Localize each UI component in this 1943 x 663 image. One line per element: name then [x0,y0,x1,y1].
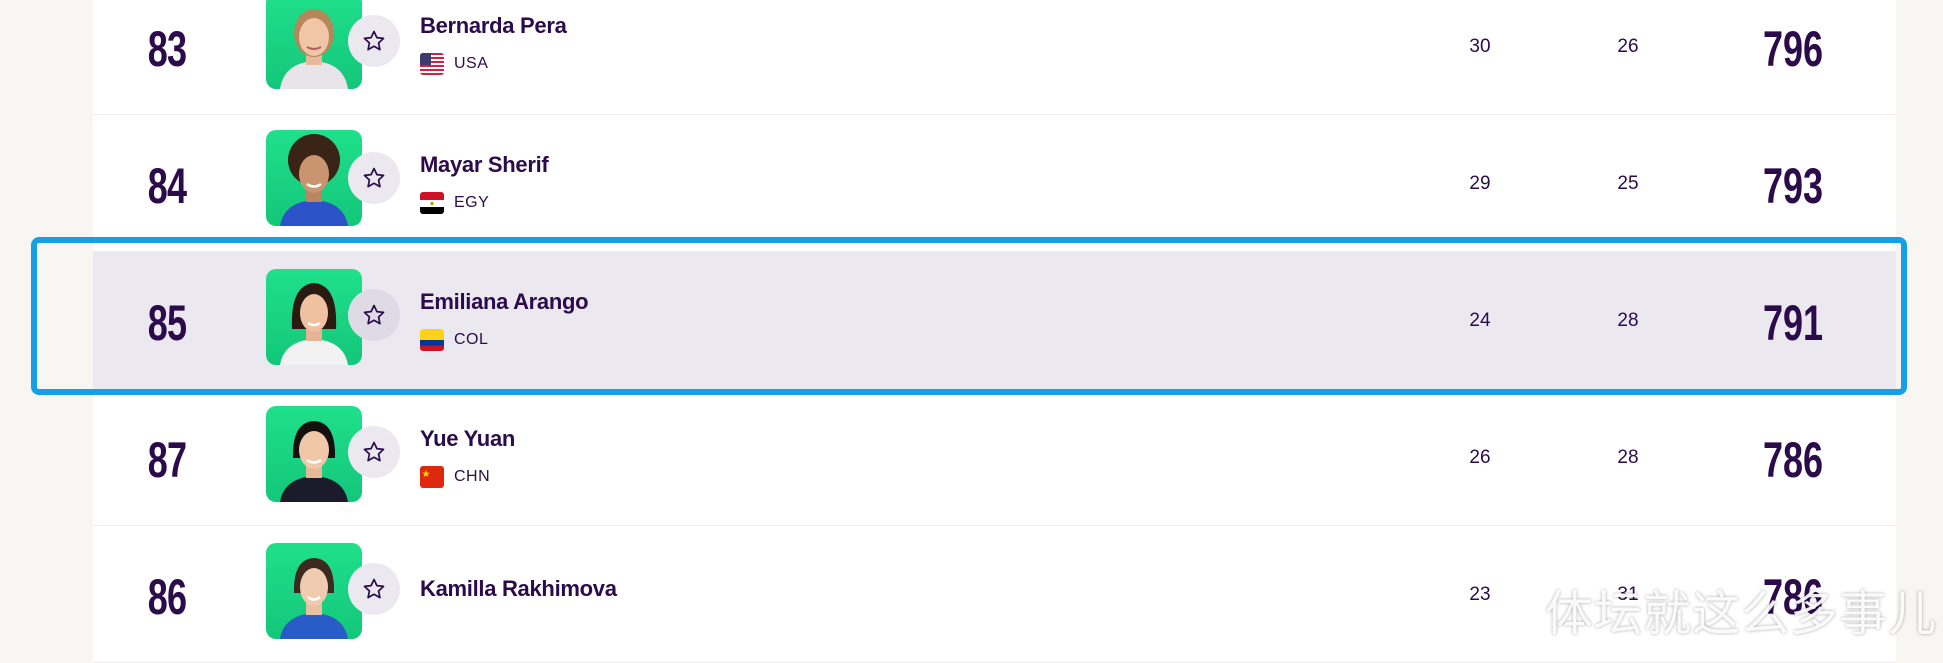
player-country: COL [420,329,488,351]
favorite-button[interactable] [348,152,400,204]
stat-col1: 24 [1469,310,1491,331]
stat-col1: 23 [1469,584,1491,605]
favorite-button[interactable] [348,15,400,67]
favorite-button[interactable] [348,426,400,478]
player-country: CHN [420,466,490,488]
egypt-flag-icon [420,192,444,214]
table-row[interactable]: 87 2 Yue Yuan CHN [93,389,1896,526]
favorite-button[interactable] [348,289,400,341]
player-name[interactable]: Mayar Sherif [420,152,549,178]
stat-col2: 28 [1617,310,1639,331]
watermark-text: 体坛就这么多事儿 [1545,586,1938,642]
stat-col2: 26 [1617,36,1639,57]
stat-col1: 29 [1469,173,1491,194]
points: 796 [1762,21,1824,77]
china-flag-icon [420,466,444,488]
player-country: EGY [420,192,489,214]
player-name[interactable]: Emiliana Arango [420,289,589,315]
stat-col1: 26 [1469,447,1491,468]
player-name[interactable]: Yue Yuan [420,426,515,452]
usa-flag-icon [420,53,444,75]
country-code: CHN [454,468,491,485]
star-icon [363,304,385,325]
stat-col2: 28 [1617,447,1639,468]
star-icon [363,167,385,188]
points: 791 [1762,295,1824,351]
rank-number: 87 [147,432,187,488]
player-name[interactable]: Kamilla Rakhimova [420,576,617,602]
star-icon [363,30,385,51]
rankings-table: 83 7 Bernarda Pera [93,0,1896,663]
table-row[interactable]: 84 23 Mayar Sherif [93,115,1896,252]
colombia-flag-icon [420,329,444,351]
country-code: COL [454,331,489,348]
favorite-button[interactable] [348,563,400,615]
star-icon [363,578,385,599]
star-icon [363,441,385,462]
table-row[interactable]: 83 7 Bernarda Pera [93,0,1896,115]
table-row-selected[interactable]: 85 3 Emiliana Arango [93,252,1896,389]
stat-col2: 25 [1617,173,1639,194]
player-name[interactable]: Bernarda Pera [420,13,567,39]
rank-number: 83 [147,21,187,77]
points: 793 [1762,158,1824,214]
rank-number: 86 [147,569,187,625]
country-code: EGY [454,194,490,211]
points: 786 [1762,432,1824,488]
rank-number: 84 [147,158,187,214]
player-country: USA [420,53,488,75]
rank-number: 85 [147,295,187,351]
country-code: USA [454,55,489,72]
stat-col1: 30 [1469,36,1491,57]
